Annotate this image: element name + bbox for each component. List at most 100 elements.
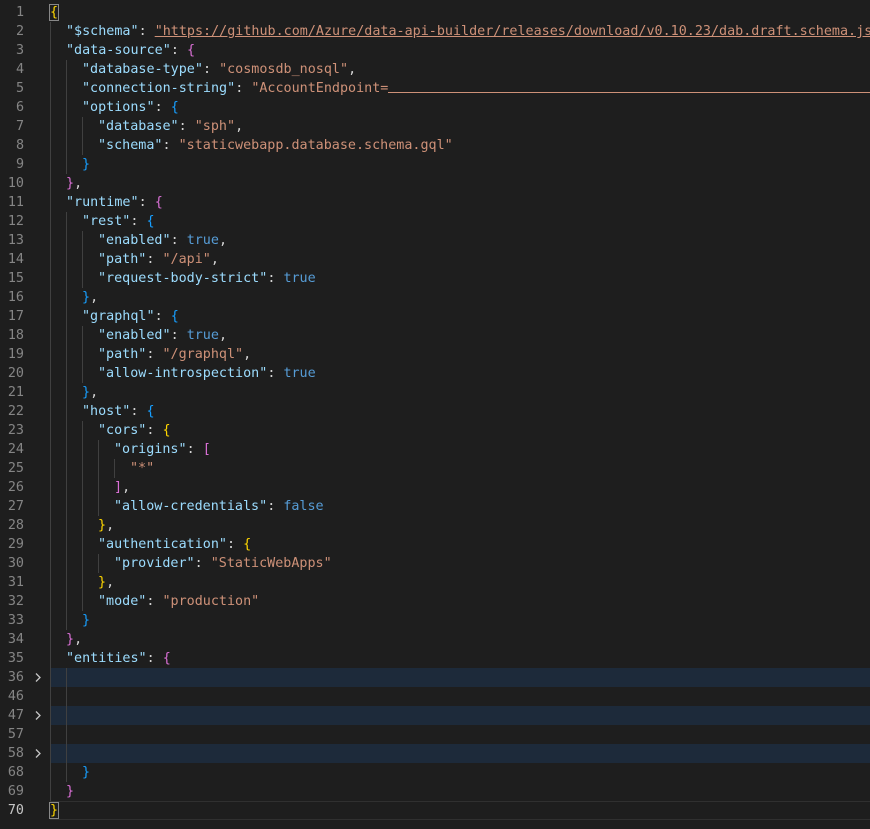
code-line[interactable]: 33} <box>0 611 870 630</box>
code-content[interactable]: "cors": { <box>50 421 870 440</box>
indent-guide <box>82 497 83 516</box>
code-line[interactable]: 4 "database-type": "cosmosdb_nosql", <box>0 60 870 79</box>
code-line[interactable]: 31}, <box>0 573 870 592</box>
code-line[interactable]: 57 <box>0 725 870 744</box>
code-line[interactable]: 7 "database": "sph", <box>0 117 870 136</box>
code-line[interactable]: 8 "schema": "staticwebapp.database.schema… <box>0 136 870 155</box>
code-line[interactable]: 10}, <box>0 174 870 193</box>
code-line[interactable]: 15 "request-body-strict": true <box>0 269 870 288</box>
code-content[interactable]: "data-source": { <box>50 41 870 60</box>
code-content[interactable]: "path": "/api", <box>50 250 870 269</box>
code-token[interactable]: "https://github.com/Azure/data-api-build… <box>155 24 870 39</box>
code-content[interactable]: } <box>50 763 870 782</box>
code-content[interactable]: }, <box>50 516 870 535</box>
code-content[interactable]: "mode": "production" <box>50 592 870 611</box>
code-line[interactable]: 24 "origins": [ <box>0 440 870 459</box>
code-token: { <box>162 423 171 438</box>
code-line[interactable]: 70} <box>0 801 870 820</box>
code-content[interactable]: }, <box>50 573 870 592</box>
code-line[interactable]: 34}, <box>0 630 870 649</box>
code-line[interactable]: 18 "enabled": true, <box>0 326 870 345</box>
code-content[interactable]: "authentication": { <box>50 535 870 554</box>
code-content[interactable]: "allow-introspection": true <box>50 364 870 383</box>
code-editor[interactable]: 1{2 "$schema": "https://github.com/Azure/… <box>0 0 870 829</box>
code-line[interactable]: 46 <box>0 687 870 706</box>
code-line[interactable]: 29 "authentication": { <box>0 535 870 554</box>
code-content[interactable]: } <box>50 155 870 174</box>
chevron-right-icon[interactable] <box>31 744 45 763</box>
code-line[interactable]: 9} <box>0 155 870 174</box>
code-line[interactable]: 27 "allow-credentials": false <box>0 497 870 516</box>
code-content[interactable]: "entities": { <box>50 649 870 668</box>
code-content[interactable]: "graphql": { <box>50 307 870 326</box>
code-line[interactable]: 36 <box>0 668 870 687</box>
code-line[interactable]: 17 "graphql": { <box>0 307 870 326</box>
code-line[interactable]: 25 "*" <box>0 459 870 478</box>
code-content[interactable]: "provider": "StaticWebApps" <box>50 554 870 573</box>
code-content[interactable]: "enabled": true, <box>50 326 870 345</box>
code-line[interactable]: 11 "runtime": { <box>0 193 870 212</box>
code-content[interactable] <box>50 744 870 763</box>
code-content[interactable]: "options": { <box>50 98 870 117</box>
code-content[interactable] <box>50 706 870 725</box>
code-content[interactable]: "request-body-strict": true <box>50 269 870 288</box>
code-line[interactable]: 14 "path": "/api", <box>0 250 870 269</box>
line-text: }, <box>50 385 98 400</box>
code-line[interactable]: 58 <box>0 744 870 763</box>
code-content[interactable]: "rest": { <box>50 212 870 231</box>
code-line[interactable]: 21}, <box>0 383 870 402</box>
chevron-right-icon[interactable] <box>31 668 45 687</box>
chevron-right-icon[interactable] <box>31 706 45 725</box>
code-content[interactable]: }, <box>50 174 870 193</box>
code-content[interactable]: "allow-credentials": false <box>50 497 870 516</box>
code-content[interactable] <box>50 725 870 744</box>
line-text: ], <box>50 480 130 495</box>
code-content[interactable] <box>50 668 870 687</box>
code-line[interactable]: 16}, <box>0 288 870 307</box>
code-content[interactable]: }, <box>50 630 870 649</box>
code-content[interactable]: "schema": "staticwebapp.database.schema.… <box>50 136 870 155</box>
code-line[interactable]: 26], <box>0 478 870 497</box>
code-content[interactable]: "*" <box>50 459 870 478</box>
code-line[interactable]: 32 "mode": "production" <box>0 592 870 611</box>
code-line[interactable]: 5 "connection-string": "AccountEndpoint= <box>0 79 870 98</box>
code-token: } <box>66 784 75 799</box>
code-line[interactable]: 6 "options": { <box>0 98 870 117</box>
code-content[interactable]: "runtime": { <box>50 193 870 212</box>
code-content[interactable]: } <box>50 611 870 630</box>
code-content[interactable]: "origins": [ <box>50 440 870 459</box>
code-content[interactable]: "database": "sph", <box>50 117 870 136</box>
code-content[interactable]: "$schema": "https://github.com/Azure/dat… <box>50 22 870 41</box>
code-content[interactable] <box>50 687 870 706</box>
code-content[interactable]: } <box>50 782 870 801</box>
code-content[interactable]: ], <box>50 478 870 497</box>
code-line[interactable]: 23 "cors": { <box>0 421 870 440</box>
code-content[interactable]: }, <box>50 383 870 402</box>
code-line[interactable]: 69} <box>0 782 870 801</box>
code-content[interactable]: "path": "/graphql", <box>50 345 870 364</box>
code-content[interactable]: { <box>48 3 870 22</box>
code-line[interactable]: 19 "path": "/graphql", <box>0 345 870 364</box>
code-content[interactable]: "connection-string": "AccountEndpoint= <box>50 79 870 98</box>
code-line[interactable]: 20 "allow-introspection": true <box>0 364 870 383</box>
code-content[interactable]: "enabled": true, <box>50 231 870 250</box>
code-line[interactable]: 28}, <box>0 516 870 535</box>
code-line[interactable]: 68} <box>0 763 870 782</box>
code-line[interactable]: 3 "data-source": { <box>0 41 870 60</box>
indent-guide <box>82 345 83 364</box>
code-token: "enabled" <box>98 233 171 248</box>
code-token: "graphql" <box>82 309 155 324</box>
code-line[interactable]: 35 "entities": { <box>0 649 870 668</box>
code-line[interactable]: 1{ <box>0 3 870 22</box>
code-content[interactable]: }, <box>50 288 870 307</box>
code-line[interactable]: 22 "host": { <box>0 402 870 421</box>
code-line[interactable]: 47 <box>0 706 870 725</box>
code-content[interactable]: "host": { <box>50 402 870 421</box>
code-content[interactable]: } <box>48 801 870 820</box>
code-line[interactable]: 13 "enabled": true, <box>0 231 870 250</box>
code-line[interactable]: 2 "$schema": "https://github.com/Azure/da… <box>0 22 870 41</box>
code-content[interactable]: "database-type": "cosmosdb_nosql", <box>50 60 870 79</box>
indent-guide <box>82 326 83 345</box>
code-line[interactable]: 12 "rest": { <box>0 212 870 231</box>
code-line[interactable]: 30 "provider": "StaticWebApps" <box>0 554 870 573</box>
